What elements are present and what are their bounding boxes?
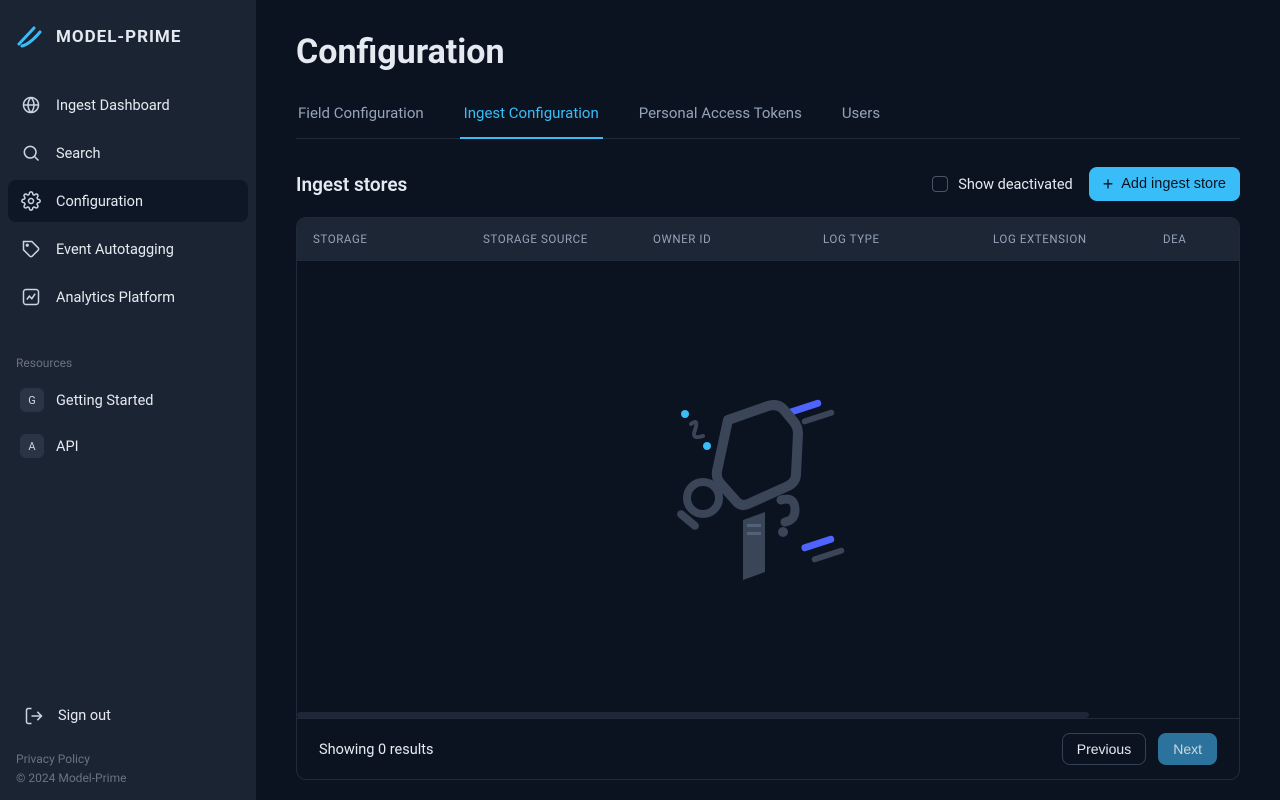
gear-icon	[20, 190, 42, 212]
tab-users[interactable]: Users	[840, 94, 882, 138]
column-dea[interactable]: DEA	[1163, 232, 1223, 246]
sidebar-resource-getting-started[interactable]: G Getting Started	[8, 380, 248, 420]
tag-icon	[20, 238, 42, 260]
sidebar-item-label: Event Autotagging	[56, 241, 174, 258]
sidebar-item-event-autotagging[interactable]: Event Autotagging	[8, 228, 248, 270]
resource-badge: G	[20, 388, 44, 412]
show-deactivated-label: Show deactivated	[958, 176, 1072, 193]
brand-icon	[16, 22, 46, 52]
sidebar-item-search[interactable]: Search	[8, 132, 248, 174]
legal-links: Privacy Policy © 2024 Model-Prime	[0, 736, 256, 788]
table-footer: Showing 0 results Previous Next	[297, 718, 1239, 779]
sidebar-item-label: Analytics Platform	[56, 289, 175, 306]
privacy-policy-link[interactable]: Privacy Policy	[16, 750, 240, 769]
tab-personal-access-tokens[interactable]: Personal Access Tokens	[637, 94, 804, 138]
sidebar-item-ingest-dashboard[interactable]: Ingest Dashboard	[8, 84, 248, 126]
sidebar-resource-api[interactable]: A API	[8, 426, 248, 466]
section-title: Ingest stores	[296, 173, 407, 196]
sidebar: MODEL-PRIME Ingest Dashboard Search	[0, 0, 256, 800]
signout-button[interactable]: Sign out	[8, 696, 248, 736]
globe-icon	[20, 94, 42, 116]
search-icon	[20, 142, 42, 164]
main-content: Configuration Field Configuration Ingest…	[256, 0, 1280, 800]
resource-label: API	[56, 438, 79, 455]
sidebar-item-label: Ingest Dashboard	[56, 97, 170, 114]
tab-bar: Field Configuration Ingest Configuration…	[296, 94, 1240, 139]
resource-badge: A	[20, 434, 44, 458]
add-button-label: Add ingest store	[1121, 176, 1226, 192]
resource-label: Getting Started	[56, 392, 153, 409]
show-deactivated-toggle[interactable]: Show deactivated	[932, 176, 1072, 193]
plus-icon: +	[1103, 175, 1114, 193]
column-log-type[interactable]: LOG TYPE	[823, 232, 993, 246]
column-log-extension[interactable]: LOG EXTENSION	[993, 232, 1163, 246]
copyright-text: © 2024 Model-Prime	[16, 769, 240, 788]
empty-state	[297, 261, 1239, 718]
signout-icon	[24, 706, 44, 726]
column-storage-source[interactable]: STORAGE SOURCE	[483, 232, 653, 246]
ingest-stores-table: STORAGE STORAGE SOURCE OWNER ID LOG TYPE…	[296, 217, 1240, 780]
page-title: Configuration	[296, 32, 1240, 72]
add-ingest-store-button[interactable]: + Add ingest store	[1089, 167, 1240, 201]
sidebar-item-analytics-platform[interactable]: Analytics Platform	[8, 276, 248, 318]
column-owner-id[interactable]: OWNER ID	[653, 232, 823, 246]
brand-name: MODEL-PRIME	[56, 27, 181, 47]
table-header-row: STORAGE STORAGE SOURCE OWNER ID LOG TYPE…	[297, 218, 1239, 261]
section-controls: Show deactivated + Add ingest store	[932, 167, 1240, 201]
sidebar-item-label: Search	[56, 145, 101, 162]
chart-icon	[20, 286, 42, 308]
primary-nav: Ingest Dashboard Search Configuration	[0, 84, 256, 324]
column-storage[interactable]: STORAGE	[313, 232, 483, 246]
sidebar-item-configuration[interactable]: Configuration	[8, 180, 248, 222]
tab-ingest-configuration[interactable]: Ingest Configuration	[462, 94, 601, 138]
results-status: Showing 0 results	[319, 741, 433, 758]
previous-button[interactable]: Previous	[1062, 733, 1146, 765]
empty-state-illustration-icon	[673, 390, 863, 590]
pagination: Previous Next	[1062, 733, 1217, 765]
next-button[interactable]: Next	[1158, 733, 1217, 765]
brand-logo[interactable]: MODEL-PRIME	[0, 0, 256, 84]
sidebar-section-resources: Resources	[0, 324, 256, 380]
tab-field-configuration[interactable]: Field Configuration	[296, 94, 426, 138]
signout-label: Sign out	[58, 707, 111, 724]
checkbox-icon	[932, 176, 948, 192]
section-header: Ingest stores Show deactivated + Add ing…	[296, 167, 1240, 201]
sidebar-item-label: Configuration	[56, 193, 143, 210]
